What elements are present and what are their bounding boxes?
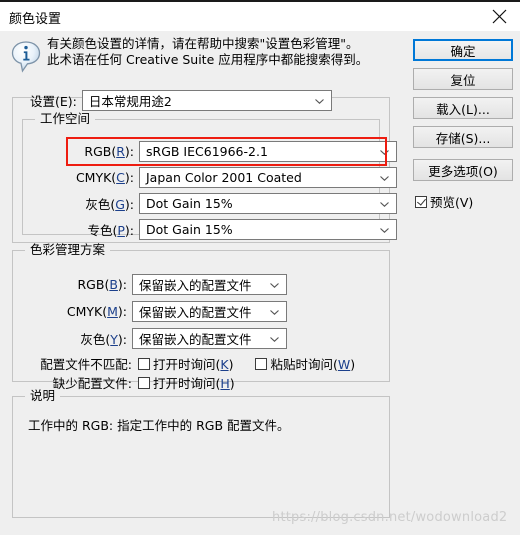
- workspace-cmyk-row: CMYK(C): Japan Color 2001 Coated: [72, 167, 397, 188]
- close-button[interactable]: [478, 2, 520, 31]
- working-spaces-legend: 工作空间: [35, 112, 96, 126]
- load-button[interactable]: 载入(L)...: [413, 97, 513, 119]
- policy-rgb-label: RGB(B):: [77, 277, 128, 292]
- preview-checkbox-label: 预览(V): [430, 195, 474, 210]
- policy-cmyk-value: 保留嵌入的配置文件: [139, 305, 252, 320]
- chevron-down-icon: [315, 98, 324, 104]
- preview-checkbox[interactable]: 预览(V): [415, 192, 473, 211]
- workspace-cmyk-label: CMYK(C):: [75, 170, 134, 185]
- page-title: 颜色设置: [9, 12, 62, 27]
- policy-cmyk-row: CMYK(M): 保留嵌入的配置文件: [55, 301, 287, 322]
- info-bubble-icon: [10, 40, 44, 74]
- workspace-rgb-row: RGB(R): sRGB IEC61966-2.1: [72, 141, 397, 162]
- missing-ask-when-opening-box[interactable]: [138, 376, 150, 389]
- color-settings-dialog: 颜色设置 有关颜色设置的详情，请在帮助中搜索"设置色彩管理"。 此术语在任何 C…: [0, 0, 520, 535]
- workspace-gray-row: 灰色(G): Dot Gain 15%: [72, 193, 397, 214]
- description-group: 说明: [12, 389, 390, 518]
- workspace-cmyk-value: Japan Color 2001 Coated: [146, 170, 302, 185]
- info-text-line2: 此术语在任何 Creative Suite 应用程序中都能搜索得到。: [47, 52, 369, 67]
- more-options-button[interactable]: 更多选项(O): [413, 159, 513, 181]
- workspace-gray-label: 灰色(G):: [85, 197, 134, 212]
- mismatch-ask-when-pasting-checkbox[interactable]: 粘贴时询问(W): [255, 354, 355, 373]
- reset-button[interactable]: 复位: [413, 68, 513, 90]
- profile-mismatch-row: 配置文件不匹配: 打开时询问(K) 粘贴时询问(W): [20, 354, 355, 373]
- settings-dropdown-value: 日本常规用途2: [88, 94, 172, 109]
- policy-rgb-value: 保留嵌入的配置文件: [139, 278, 252, 293]
- settings-row: 设置(E): 日本常规用途2: [30, 90, 332, 111]
- chevron-down-icon: [270, 309, 279, 315]
- profile-mismatch-label: 配置文件不匹配:: [40, 357, 132, 372]
- chevron-down-icon: [380, 201, 389, 207]
- workspace-gray-dropdown[interactable]: Dot Gain 15%: [139, 193, 397, 214]
- title-bar: 颜色设置: [0, 2, 520, 31]
- mismatch-ask-when-pasting-label: 粘贴时询问(W): [270, 357, 356, 372]
- close-icon: [492, 9, 507, 24]
- missing-ask-when-opening-checkbox[interactable]: 打开时询问(H): [138, 373, 235, 392]
- policy-rgb-dropdown[interactable]: 保留嵌入的配置文件: [132, 274, 287, 295]
- ok-button[interactable]: 确定: [413, 39, 513, 61]
- policy-gray-dropdown[interactable]: 保留嵌入的配置文件: [132, 328, 287, 349]
- workspace-rgb-label: RGB(R):: [84, 144, 134, 159]
- mismatch-ask-when-opening-label: 打开时询问(K): [153, 357, 234, 372]
- workspace-rgb-value: sRGB IEC61966-2.1: [146, 144, 268, 159]
- workspace-spot-label: 专色(P):: [87, 223, 134, 238]
- missing-ask-when-opening-label: 打开时询问(H): [153, 376, 235, 391]
- policies-legend: 色彩管理方案: [25, 243, 111, 257]
- policy-cmyk-label: CMYK(M):: [66, 304, 127, 319]
- info-text: 有关颜色设置的详情，请在帮助中搜索"设置色彩管理"。 此术语在任何 Creati…: [47, 36, 397, 68]
- chevron-down-icon: [380, 149, 389, 155]
- workspace-spot-value: Dot Gain 15%: [146, 222, 233, 237]
- chevron-down-icon: [380, 227, 389, 233]
- workspace-gray-value: Dot Gain 15%: [146, 196, 233, 211]
- settings-label: 设置(E):: [30, 94, 77, 109]
- chevron-down-icon: [270, 282, 279, 288]
- description-text: 工作中的 RGB: 指定工作中的 RGB 配置文件。: [28, 418, 290, 433]
- workspace-spot-dropdown[interactable]: Dot Gain 15%: [139, 219, 397, 240]
- workspace-cmyk-dropdown[interactable]: Japan Color 2001 Coated: [139, 167, 397, 188]
- workspace-rgb-dropdown[interactable]: sRGB IEC61966-2.1: [139, 141, 397, 162]
- chevron-down-icon: [270, 336, 279, 342]
- mismatch-ask-when-pasting-box[interactable]: [255, 357, 268, 370]
- mismatch-ask-when-opening-box[interactable]: [138, 357, 150, 370]
- settings-dropdown[interactable]: 日本常规用途2: [81, 90, 332, 111]
- chevron-down-icon: [380, 175, 389, 181]
- policy-rgb-row: RGB(B): 保留嵌入的配置文件: [55, 274, 287, 295]
- preview-checkbox-box[interactable]: [415, 195, 427, 208]
- workspace-spot-row: 专色(P): Dot Gain 15%: [72, 219, 397, 240]
- description-legend: 说明: [25, 389, 61, 403]
- policy-gray-value: 保留嵌入的配置文件: [139, 332, 252, 347]
- policy-gray-row: 灰色(Y): 保留嵌入的配置文件: [55, 328, 287, 349]
- save-button[interactable]: 存储(S)...: [413, 126, 513, 148]
- policy-cmyk-dropdown[interactable]: 保留嵌入的配置文件: [132, 301, 287, 322]
- mismatch-ask-when-opening-checkbox[interactable]: 打开时询问(K): [138, 354, 233, 373]
- policy-gray-label: 灰色(Y):: [80, 332, 127, 347]
- info-text-line1: 有关颜色设置的详情，请在帮助中搜索"设置色彩管理"。: [47, 36, 359, 51]
